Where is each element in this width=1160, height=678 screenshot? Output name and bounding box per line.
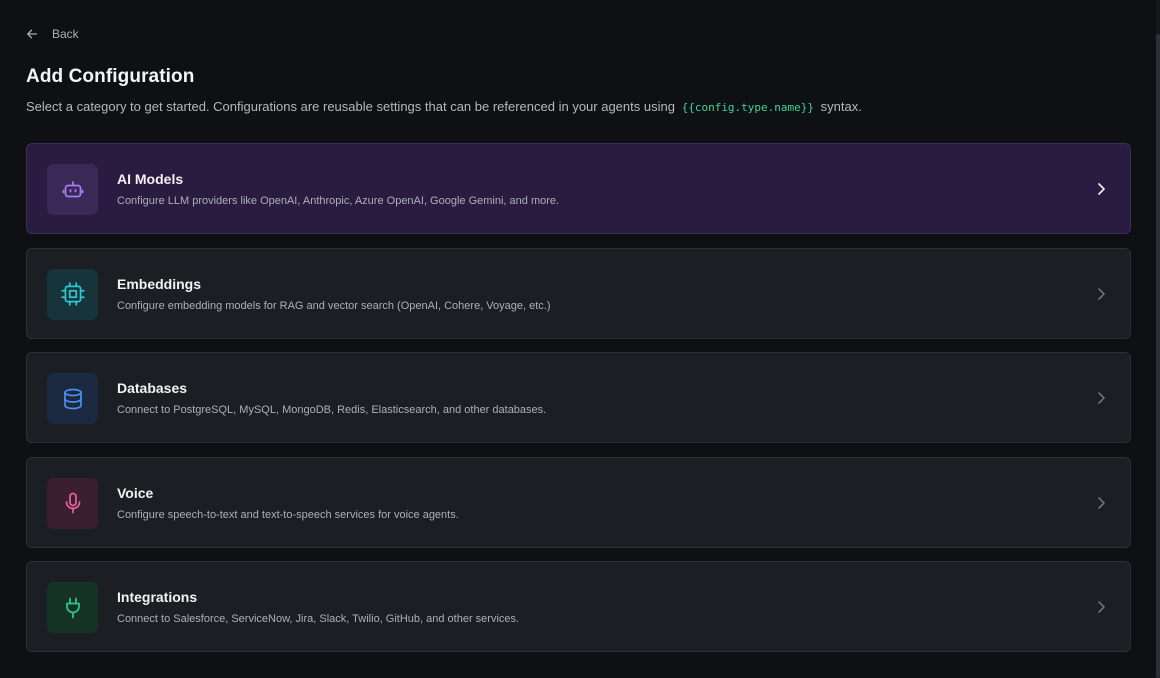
integrations-icon-box xyxy=(47,582,98,633)
category-description: Connect to Salesforce, ServiceNow, Jira,… xyxy=(117,613,520,625)
category-card-embeddings[interactable]: Embeddings Configure embedding models fo… xyxy=(26,247,1131,339)
chevron-right-icon xyxy=(1094,599,1108,615)
plug-icon xyxy=(65,597,80,618)
category-title: Voice xyxy=(117,484,154,501)
scrollbar[interactable] xyxy=(1156,0,1160,678)
back-link[interactable]: Back xyxy=(26,24,79,44)
category-card-integrations[interactable]: Integrations Connect to Salesforce, Serv… xyxy=(26,561,1131,652)
microphone-icon xyxy=(65,492,80,514)
category-card-ai-models[interactable]: AI Models Configure LLM providers like O… xyxy=(26,143,1131,234)
category-card-voice[interactable]: Voice Configure speech-to-text and text-… xyxy=(26,456,1131,548)
robot-icon xyxy=(62,180,83,197)
category-description: Configure LLM providers like OpenAI, Ant… xyxy=(117,195,560,207)
chevron-right-icon xyxy=(1094,181,1108,197)
category-title: Integrations xyxy=(117,589,198,605)
page-subtitle: Select a category to get started. Config… xyxy=(26,99,862,114)
syntax-code: {{config.type.name}} xyxy=(681,101,815,114)
category-list: AI Models Configure LLM providers like O… xyxy=(26,143,1131,666)
databases-icon-box xyxy=(47,373,98,424)
page: Back Add Configuration Select a category… xyxy=(0,0,1160,678)
chevron-right-icon xyxy=(1094,495,1108,511)
category-title: Databases xyxy=(117,380,188,396)
page-title: Add Configuration xyxy=(26,66,195,87)
category-description: Connect to PostgreSQL, MySQL, MongoDB, R… xyxy=(117,404,547,416)
subtitle-text: Select a category to get started. Config… xyxy=(26,99,675,114)
category-title: Embeddings xyxy=(117,275,202,292)
category-description: Configure speech-to-text and text-to-spe… xyxy=(117,508,459,521)
chevron-right-icon xyxy=(1094,390,1108,406)
category-description: Configure embedding models for RAG and v… xyxy=(117,299,551,312)
subtitle-suffix: syntax. xyxy=(820,99,862,114)
arrow-left-icon xyxy=(27,29,38,39)
ai-models-icon-box xyxy=(47,164,98,215)
category-card-databases[interactable]: Databases Connect to PostgreSQL, MySQL, … xyxy=(26,352,1131,443)
chevron-right-icon xyxy=(1094,286,1108,302)
back-label: Back xyxy=(52,27,79,41)
voice-icon-box xyxy=(47,477,98,529)
scrollbar-thumb[interactable] xyxy=(1156,34,1160,678)
embeddings-icon-box xyxy=(47,268,98,320)
category-title: AI Models xyxy=(117,171,184,187)
chip-icon xyxy=(60,282,85,306)
database-icon xyxy=(63,388,82,409)
